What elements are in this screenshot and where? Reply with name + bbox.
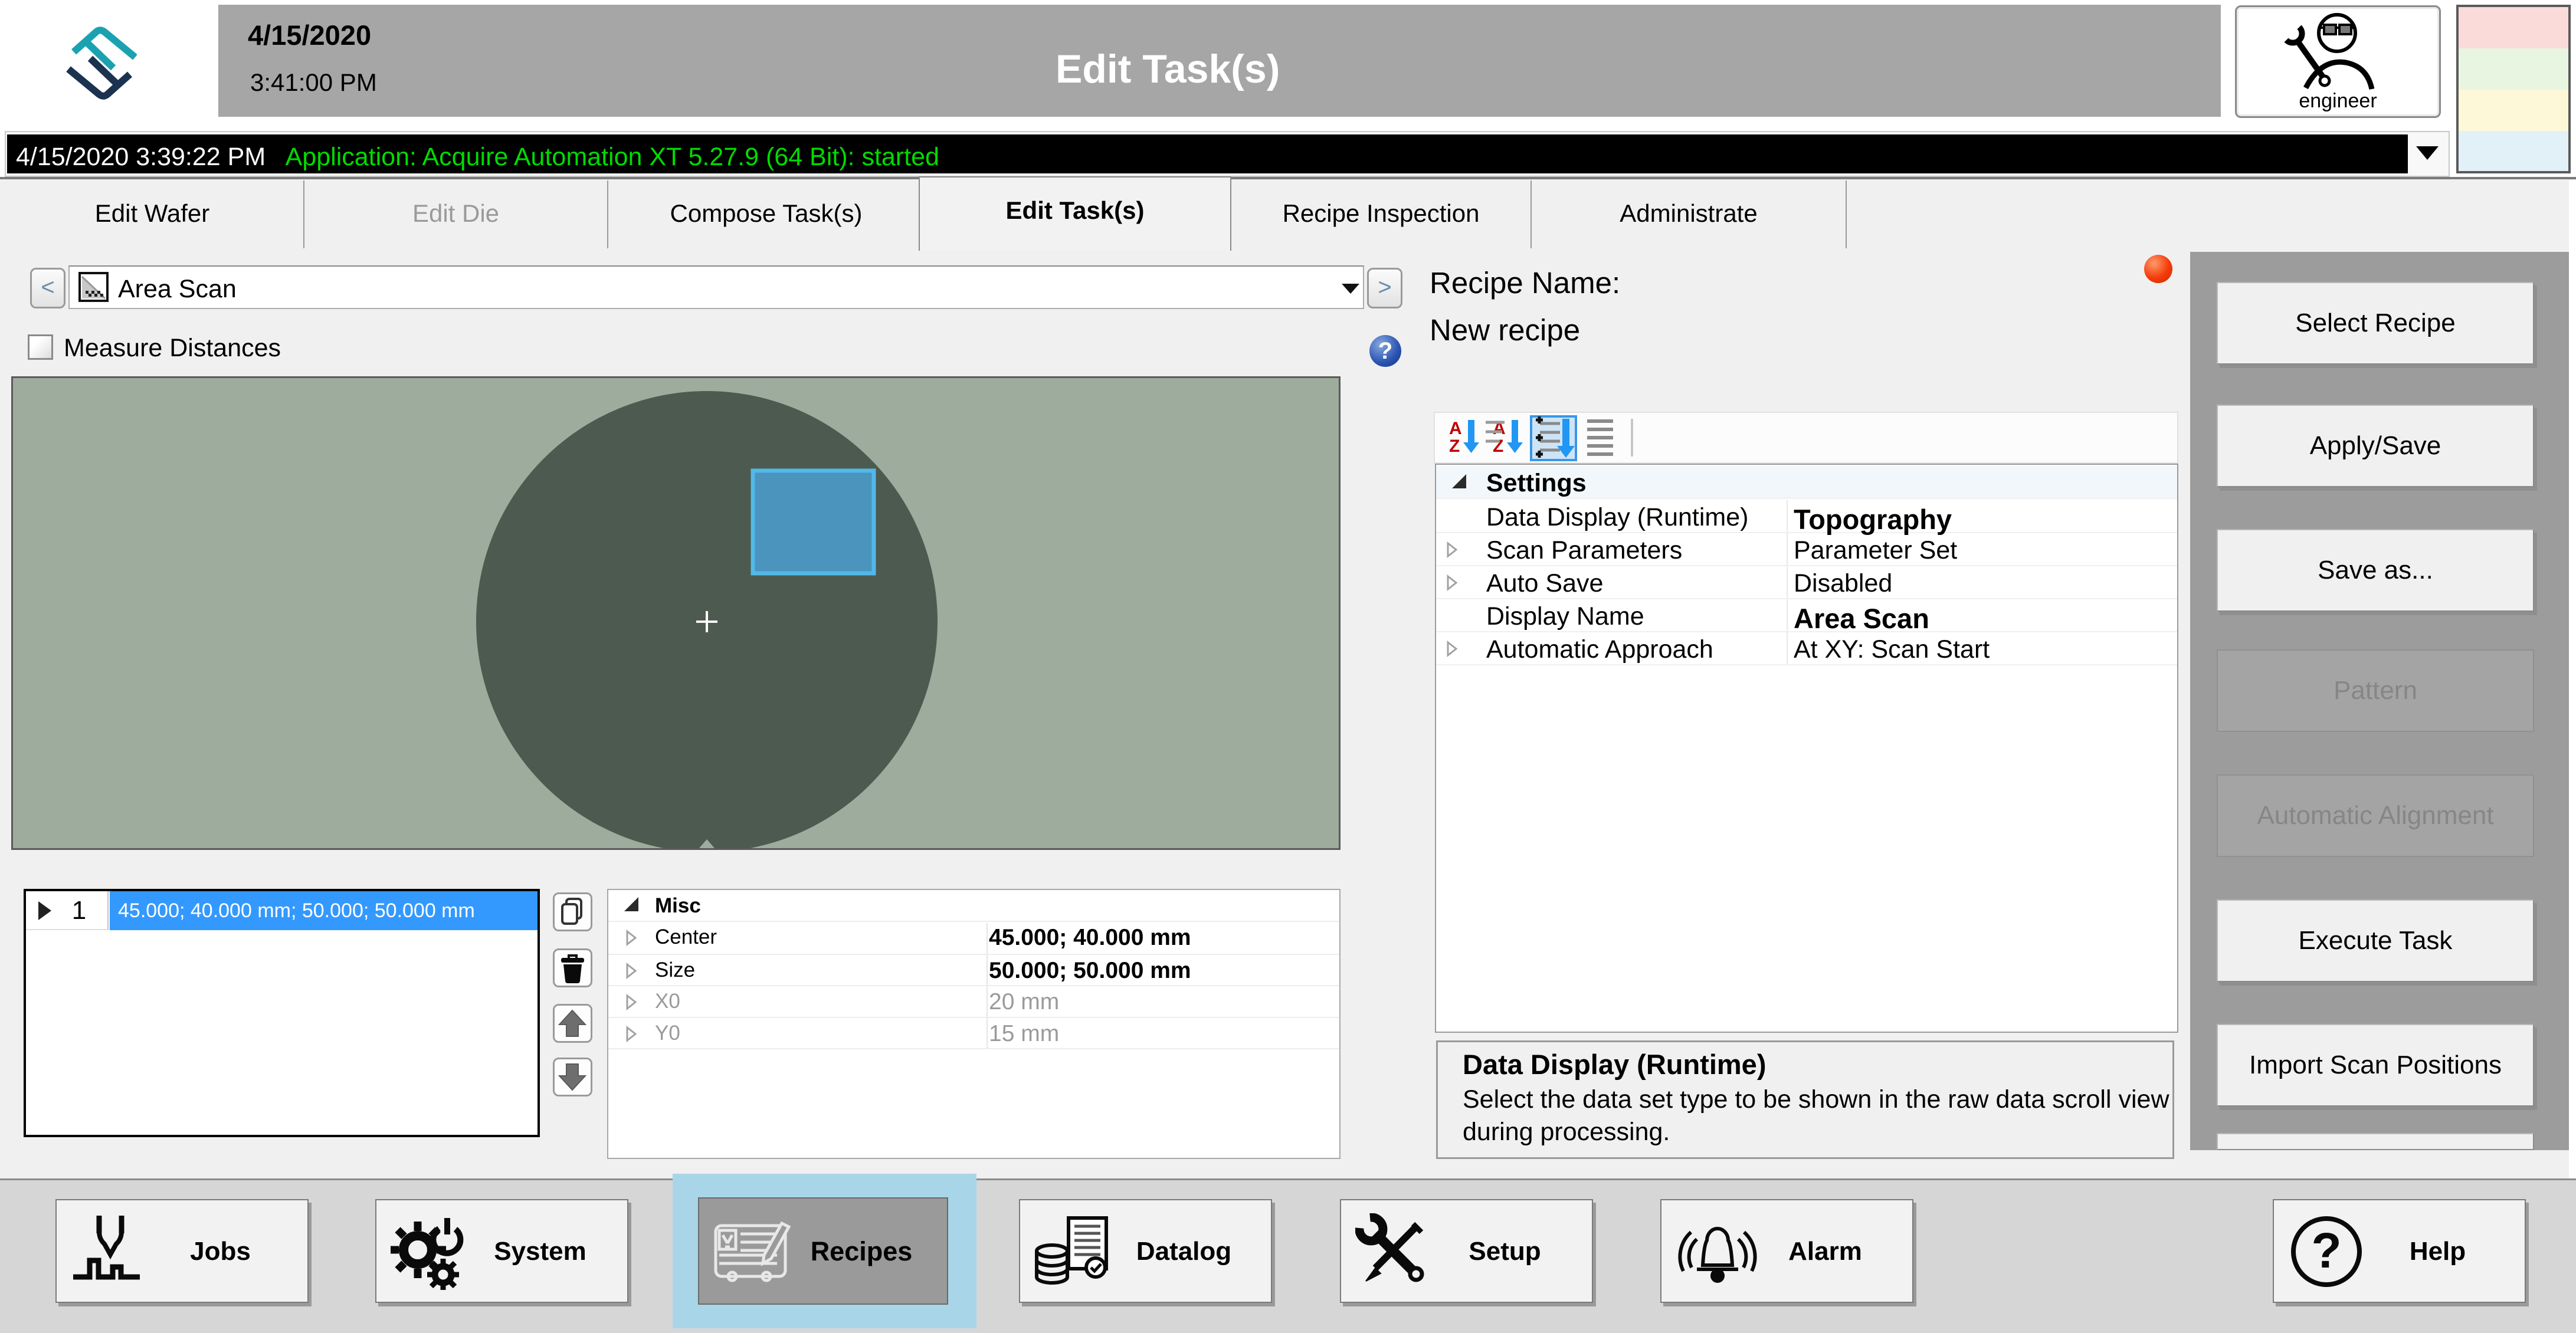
svg-text:Z: Z [1493, 436, 1503, 456]
svg-text:?: ? [2311, 1223, 2341, 1278]
svg-text:Z: Z [1449, 436, 1460, 456]
svg-text:A: A [1449, 419, 1462, 438]
